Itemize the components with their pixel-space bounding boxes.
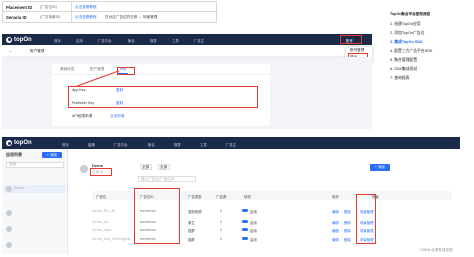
key-tab-highlight bbox=[117, 67, 135, 75]
app-avatar bbox=[80, 165, 88, 173]
sidebar-item[interactable] bbox=[4, 241, 66, 249]
user-menu-highlight bbox=[340, 35, 362, 44]
tab-basic-info[interactable]: 基础信息 bbox=[60, 67, 74, 72]
logo-text: topOn bbox=[14, 36, 32, 43]
nav-item-report[interactable]: 报表 bbox=[150, 38, 157, 43]
status-toggle[interactable] bbox=[242, 220, 248, 223]
topon-logo[interactable]: topOn bbox=[6, 36, 32, 43]
col-status: 状态 bbox=[244, 195, 251, 199]
placement-search-input[interactable]: 输入广告位/广告位ID bbox=[138, 176, 196, 182]
nav2-item-advertiser[interactable]: 广告主 bbox=[226, 142, 236, 147]
nav-item-app[interactable]: 应用 bbox=[76, 38, 83, 43]
delete-link[interactable]: 删除 bbox=[344, 209, 351, 214]
scenario-tutorial-link[interactable]: 点击查看教程 bbox=[75, 15, 97, 20]
scene-manage-highlight bbox=[356, 194, 376, 244]
status-toggle[interactable] bbox=[242, 228, 248, 231]
app-id-highlight bbox=[90, 168, 112, 176]
sidebar-item[interactable] bbox=[4, 209, 66, 217]
sidebar-search-placeholder: 搜索 bbox=[9, 162, 17, 167]
placement-id-highlight bbox=[134, 188, 180, 244]
col-source: 广告源 bbox=[216, 195, 227, 199]
app-thumb-icon bbox=[6, 242, 12, 248]
scenario-row: Senario ID (广告场景ID) 点击查看教程 在对应广告位的右侧 → 场… bbox=[3, 12, 216, 22]
nav-item-network[interactable]: 广告平台 bbox=[98, 38, 112, 43]
placement-tutorial-link[interactable]: 点击查看教程 bbox=[75, 5, 97, 10]
nav-item-advertiser[interactable]: 广告主 bbox=[194, 38, 204, 43]
sidebar-item[interactable] bbox=[4, 225, 66, 233]
nav2-item-network[interactable]: 广告平台 bbox=[114, 142, 128, 147]
filter-type-select[interactable]: 全部 bbox=[140, 164, 152, 170]
api-permission-label: API权限申请 bbox=[72, 114, 93, 118]
logo-icon bbox=[6, 36, 12, 43]
edit-link[interactable]: 编辑 bbox=[332, 237, 339, 242]
nav2-item-report[interactable]: 报表 bbox=[174, 142, 181, 147]
step-1: 1. 创建TopOn应用 bbox=[390, 22, 421, 26]
logo-icon-2 bbox=[6, 140, 12, 146]
placement-row: Placement ID (广告位ID) 点击查看教程 bbox=[3, 2, 216, 12]
nav2-item-home[interactable]: 首页 bbox=[62, 142, 69, 147]
step-5: 5. 聚合管理配置 bbox=[390, 58, 418, 62]
delete-link[interactable]: 删除 bbox=[344, 220, 351, 225]
nav2-item-mediation[interactable]: 聚合 bbox=[148, 142, 155, 147]
watermark: CSDN @凛冬将至啦 bbox=[420, 248, 453, 252]
key-fields-highlight bbox=[68, 86, 258, 108]
col-type: 广告类型 bbox=[188, 195, 202, 199]
sidebar-app-1: Demo bbox=[14, 186, 25, 190]
nav-item-home[interactable]: 首页 bbox=[54, 38, 61, 43]
step-6: 6. SDK集成测试 bbox=[390, 67, 418, 71]
placement-key: Placement ID bbox=[6, 5, 33, 10]
id-table: Placement ID (广告位ID) 点击查看教程 Senario ID (… bbox=[2, 1, 217, 23]
placement-sub: (广告位ID) bbox=[40, 5, 57, 10]
tab-divider bbox=[52, 74, 270, 75]
col-placement: 广告位 bbox=[96, 195, 107, 199]
nav2-item-tools[interactable]: 工具 bbox=[200, 142, 207, 147]
step-2: 2. 添加TopOn广告位 bbox=[390, 31, 425, 35]
delete-link[interactable]: 删除 bbox=[344, 237, 351, 242]
step-7: 7. 查询报表 bbox=[390, 76, 410, 80]
step-4: 4. 配置三方广告平台SDK bbox=[390, 49, 433, 53]
back-icon[interactable]: ← bbox=[8, 48, 12, 54]
scenario-key: Senario ID bbox=[6, 15, 27, 20]
top-nav-1: topOn 首页 应用 广告平台 聚合 报表 工具 广告主 账号 bbox=[2, 34, 372, 45]
tab-account-mgmt[interactable]: 账户管理 bbox=[90, 67, 104, 72]
edit-link[interactable]: 编辑 bbox=[332, 209, 339, 214]
sub-header-1: ← 账户管理 bbox=[2, 45, 372, 57]
nav2-item-app[interactable]: 应用 bbox=[88, 142, 95, 147]
step-3[interactable]: 3. 集成TopOn SDK bbox=[390, 40, 423, 44]
app-thumb-icon bbox=[6, 186, 12, 192]
sidebar-item-active[interactable]: Demo bbox=[4, 185, 66, 193]
sidebar-title: 应用列表 bbox=[6, 152, 22, 157]
delete-link[interactable]: 删除 bbox=[344, 228, 351, 233]
add-placement-button[interactable]: + 添加 bbox=[370, 164, 390, 171]
status-toggle[interactable] bbox=[242, 237, 248, 240]
nav-item-mediation[interactable]: 聚合 bbox=[128, 38, 135, 43]
scenario-desc: 在对应广告位的右侧 → 场景管理 bbox=[105, 15, 158, 20]
filter-status-select[interactable]: 全部 bbox=[158, 164, 170, 170]
steps-title: TopOn聚合平台使用流程 bbox=[390, 12, 431, 16]
top-nav-2: topOn 首页 应用 广告平台 聚合 报表 工具 广告主 bbox=[2, 137, 460, 149]
scenario-sub: (广告场景ID) bbox=[40, 15, 61, 20]
app-sidebar: 应用列表 + 添加 搜索 Demo bbox=[2, 149, 68, 254]
page-title-account: 账户管理 bbox=[30, 48, 45, 53]
edit-link[interactable]: 编辑 bbox=[332, 228, 339, 233]
nav-item-tools[interactable]: 工具 bbox=[172, 38, 179, 43]
status-toggle[interactable] bbox=[242, 209, 248, 212]
app-thumb-icon bbox=[6, 226, 12, 232]
col-operation: 操作 bbox=[332, 195, 339, 199]
app-thumb-icon bbox=[6, 210, 12, 216]
topon-logo-2[interactable]: topOn bbox=[6, 140, 32, 146]
api-permission-link[interactable]: 点击申请 bbox=[110, 114, 124, 119]
sidebar-add-button[interactable]: + 添加 bbox=[42, 152, 62, 158]
edit-link[interactable]: 编辑 bbox=[332, 220, 339, 225]
logo-text-2: topOn bbox=[14, 140, 32, 146]
